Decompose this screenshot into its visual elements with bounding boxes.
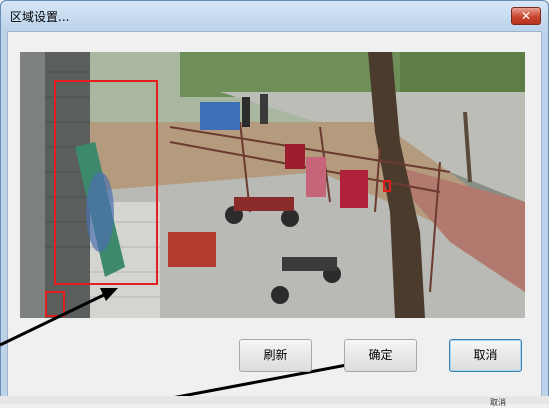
dialog-title: 区域设置...: [10, 10, 70, 24]
close-icon: ✕: [520, 9, 532, 23]
confirm-button[interactable]: 确定: [344, 339, 417, 372]
background-cancel-text: 取消: [490, 398, 506, 407]
background-window-strip: [0, 396, 549, 404]
refresh-button[interactable]: 刷新: [239, 339, 312, 372]
title-bar[interactable]: 区域设置... ✕: [1, 1, 548, 31]
camera-scene: [20, 52, 525, 318]
camera-preview[interactable]: [20, 52, 525, 318]
cancel-button[interactable]: 取消: [449, 339, 522, 372]
close-button[interactable]: ✕: [511, 7, 541, 25]
